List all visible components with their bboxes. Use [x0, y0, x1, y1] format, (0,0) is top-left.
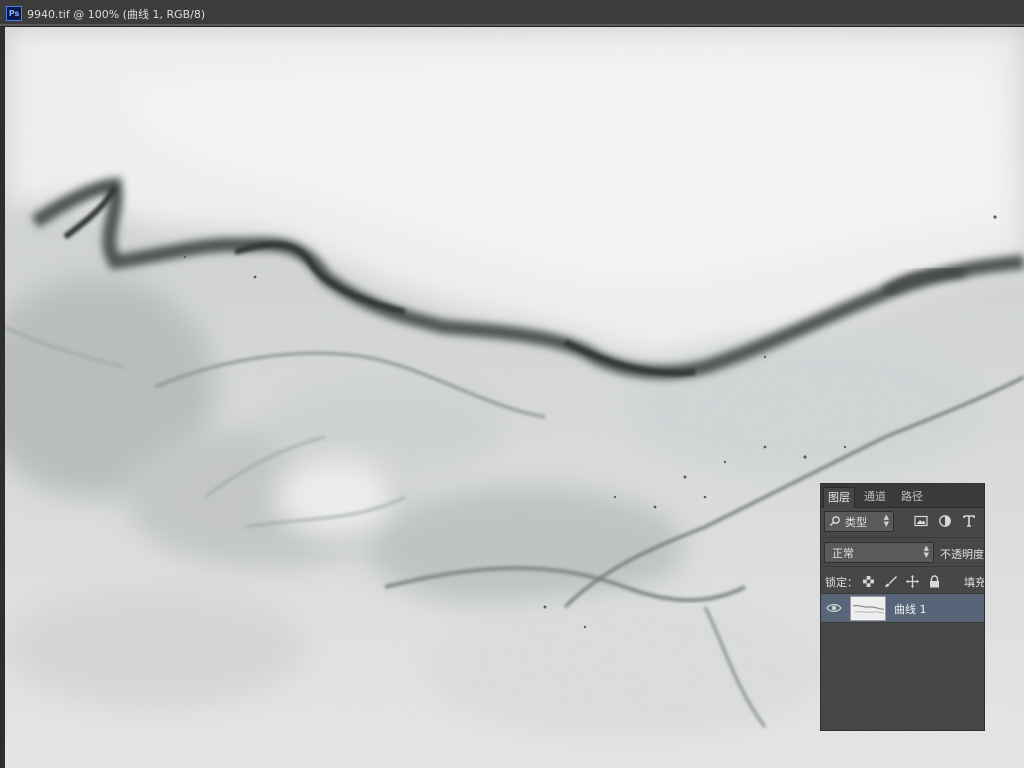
tab-underline [0, 24, 1024, 26]
chevron-updown-icon: ▲ ▼ [923, 544, 929, 559]
panel-tab-bar: 图层 通道 路径 [821, 484, 984, 508]
filter-kind-select[interactable]: 类型 ▲ ▼ [824, 511, 894, 532]
filter-kind-label: 类型 [845, 516, 867, 529]
document-title-tab[interactable]: 9940.tif @ 100% (曲线 1, RGB/8) [27, 6, 205, 22]
lock-brush-icon[interactable] [884, 575, 897, 588]
layer-row[interactable]: 曲线 1 [821, 593, 984, 623]
fill-label: 填充 [964, 576, 985, 589]
lock-row: 锁定： 填充 [821, 566, 984, 595]
photoshop-icon: Ps [6, 6, 22, 21]
eye-visibility-icon[interactable] [826, 602, 842, 614]
blend-row: 正常 ▲ ▼ 不透明度 [821, 537, 984, 566]
type-filter-icon[interactable] [962, 514, 976, 528]
lock-transparent-icon[interactable] [862, 575, 875, 588]
lock-move-icon[interactable] [906, 575, 919, 588]
image-filter-icon[interactable] [914, 514, 928, 528]
blend-mode-select[interactable]: 正常 ▲ ▼ [824, 542, 934, 563]
tab-channels[interactable]: 通道 [860, 487, 890, 507]
layer-filter-row: 类型 ▲ ▼ [821, 508, 984, 536]
layer-thumbnail [850, 596, 886, 621]
tab-paths[interactable]: 路径 [897, 487, 927, 507]
document-tab-bar: Ps 9940.tif @ 100% (曲线 1, RGB/8) [0, 0, 1024, 27]
lock-all-icon[interactable] [928, 575, 941, 588]
opacity-label: 不透明度 [940, 548, 984, 561]
chevron-updown-icon: ▲ ▼ [883, 513, 889, 528]
layers-panel: 图层 通道 路径 类型 ▲ ▼ 正常 ▲ ▼ 不透明度 锁定： 填充 曲线 1 [820, 483, 985, 731]
tab-layers[interactable]: 图层 [823, 487, 855, 508]
adjustment-filter-icon[interactable] [938, 514, 952, 528]
blend-mode-value: 正常 [832, 547, 854, 560]
lock-label: 锁定： [825, 576, 858, 589]
layer-name[interactable]: 曲线 1 [894, 601, 927, 617]
search-icon [829, 516, 840, 527]
